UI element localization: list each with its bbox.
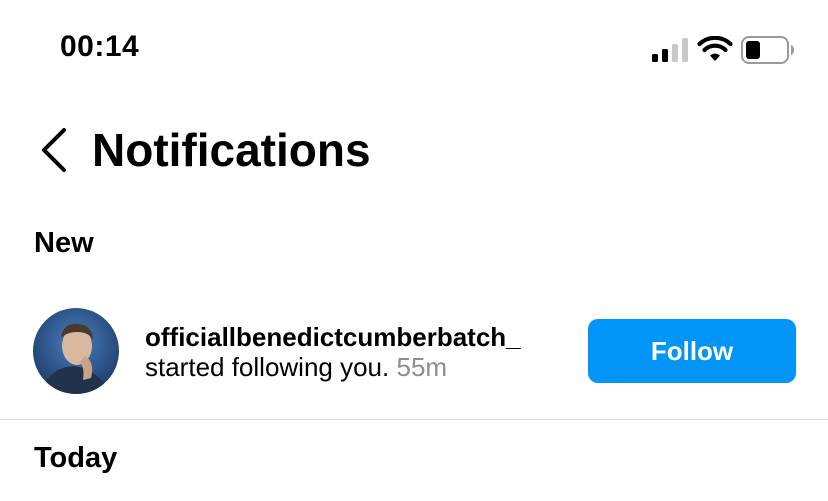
- notification-message: started following you.: [145, 352, 390, 382]
- battery-icon: [741, 36, 794, 64]
- header: Notifications: [0, 110, 828, 190]
- avatar[interactable]: [33, 308, 119, 394]
- status-time: 00:14: [60, 30, 140, 63]
- signal-icon: [652, 38, 688, 62]
- section-heading-new: New: [34, 227, 94, 259]
- wifi-icon: [697, 36, 733, 61]
- notification-time: 55m: [396, 352, 448, 382]
- divider: [0, 419, 828, 420]
- section-heading-today: Today: [34, 442, 118, 474]
- follow-button[interactable]: Follow: [588, 319, 796, 383]
- page-title: Notifications: [92, 124, 371, 176]
- status-bar: 00:14: [0, 0, 828, 100]
- notification-text: officiallbenedictcumberbatch_ started fo…: [145, 322, 575, 382]
- chevron-left-icon[interactable]: [36, 124, 76, 176]
- avatar-image: [33, 308, 119, 394]
- notification-row[interactable]: officiallbenedictcumberbatch_ started fo…: [0, 300, 828, 410]
- notification-username[interactable]: officiallbenedictcumberbatch_: [145, 322, 575, 352]
